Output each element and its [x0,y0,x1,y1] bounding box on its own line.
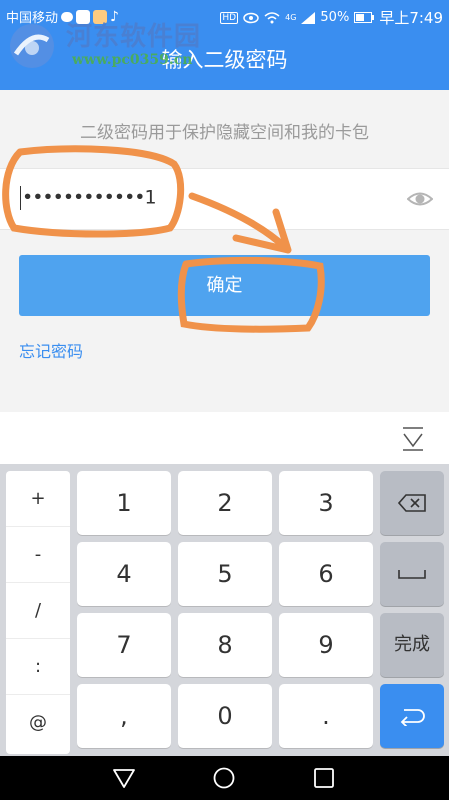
show-password-eye-icon[interactable] [407,187,433,211]
home-circle-icon[interactable] [212,766,236,790]
space-key[interactable] [380,542,444,606]
watermark-url: www.pc0359.cn [72,52,193,68]
battery-icon [354,12,375,23]
confirm-button[interactable]: 确定 [19,255,430,316]
symbol-key-colon[interactable]: : [6,639,70,695]
eye-comfort-icon [243,12,259,23]
password-input[interactable]: ••••••••••••1 [20,186,157,210]
keyboard-toolbar [0,412,449,464]
symbol-key-plus[interactable]: + [6,471,70,527]
key-4[interactable]: 4 [77,542,171,606]
symbol-key-at[interactable]: @ [6,695,70,750]
password-hint: 二级密码用于保护隐藏空间和我的卡包 [80,123,369,143]
symbol-key-minus[interactable]: - [6,527,70,583]
watermark-logo-icon [10,24,54,68]
back-triangle-icon[interactable] [112,766,136,790]
signal-icon [301,11,316,24]
watermark: 河东软件园 www.pc0359.cn [6,14,216,76]
key-6[interactable]: 6 [279,542,373,606]
space-icon [398,570,426,579]
forgot-password-link[interactable]: 忘记密码 [19,338,83,362]
key-comma[interactable]: , [77,684,171,748]
network-type: 4G [285,13,297,22]
key-9[interactable]: 9 [279,613,373,677]
key-7[interactable]: 7 [77,613,171,677]
text-caret [20,186,21,210]
numeric-keyboard: + - / : @ 1 2 3 4 5 6 7 8 9 完成 , 0 . [0,464,449,756]
clock: 早上7:49 [379,9,443,27]
key-1[interactable]: 1 [77,471,171,535]
keyboard-collapse-icon[interactable] [401,426,425,452]
recents-square-icon[interactable] [312,766,336,790]
symbol-key-slash[interactable]: / [6,583,70,639]
key-dot[interactable]: . [279,684,373,748]
enter-icon [400,709,425,728]
watermark-name: 河东软件园 [66,22,202,52]
password-field[interactable]: ••••••••••••1 [0,168,449,230]
key-5[interactable]: 5 [178,542,272,606]
wifi-icon [264,11,280,23]
key-8[interactable]: 8 [178,613,272,677]
battery-text: 50% [320,10,350,25]
enter-key[interactable] [380,684,444,748]
done-key[interactable]: 完成 [380,613,444,677]
backspace-icon [397,494,426,512]
password-value: ••••••••••••1 [22,186,157,209]
system-nav-bar [0,756,449,800]
hd-icon: HD [220,11,239,24]
symbol-panel: + - / : @ [6,471,70,754]
backspace-key[interactable] [380,471,444,535]
key-0[interactable]: 0 [178,684,272,748]
key-2[interactable]: 2 [178,471,272,535]
key-3[interactable]: 3 [279,471,373,535]
title-bar: 中国移动 ♪ HD 4G 50% 早上7:49 输入二级密码 河东软件园 www… [0,0,449,90]
